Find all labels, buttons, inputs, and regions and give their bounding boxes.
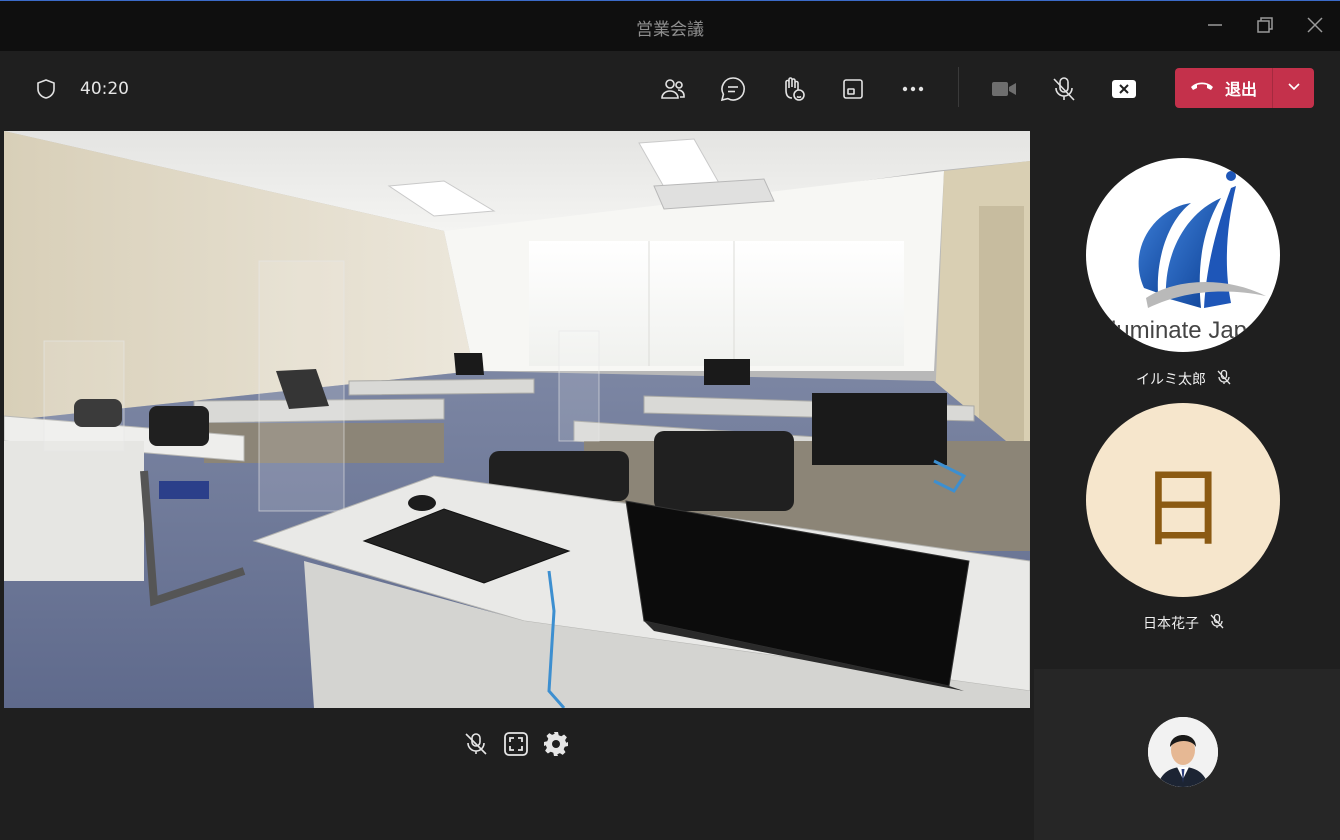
self-avatar [1148, 717, 1218, 787]
window-title: 営業会議 [636, 20, 704, 40]
camera-off-icon[interactable] [990, 75, 1018, 103]
participant-mic-off-icon [1209, 613, 1225, 633]
leave-button[interactable]: 退出 [1175, 68, 1314, 108]
meeting-window: 営業会議 40:20 退出 lluminate Japa イルミ太郎 日 日本花… [0, 0, 1340, 840]
fullscreen-icon[interactable] [503, 731, 529, 757]
self-view-tile[interactable] [1034, 669, 1340, 840]
participant-mic-off-icon [1216, 369, 1232, 389]
participant-avatar-logo[interactable]: lluminate Japa [1086, 158, 1280, 352]
leave-dropdown-button[interactable] [1273, 78, 1314, 98]
participant-name-row: イルミ太郎 [1034, 369, 1334, 389]
toolbar-divider [958, 67, 959, 107]
chat-icon[interactable] [719, 75, 747, 103]
settings-gear-icon[interactable] [543, 731, 569, 757]
logo-text: lluminate Japa [1106, 317, 1261, 344]
raise-hand-icon[interactable] [779, 75, 807, 103]
minimize-icon[interactable] [1203, 13, 1227, 37]
classroom-video [4, 131, 1030, 708]
meeting-toolbar: 40:20 退出 [0, 51, 1340, 127]
people-icon[interactable] [659, 75, 687, 103]
hangup-icon [1189, 73, 1215, 103]
video-mic-off-icon[interactable] [463, 731, 489, 757]
shield-icon [34, 77, 58, 101]
participant-name: 日本花子 [1143, 616, 1199, 632]
more-icon[interactable] [899, 75, 927, 103]
shared-video-stage [4, 131, 1030, 708]
chevron-down-icon [1286, 78, 1302, 98]
share-tray-icon[interactable] [839, 75, 867, 103]
avatar-initial: 日 [1140, 458, 1226, 559]
leave-main[interactable]: 退出 [1175, 68, 1273, 108]
meeting-timer: 40:20 [80, 79, 129, 99]
participant-avatar-initial[interactable]: 日 [1086, 403, 1280, 597]
share-stop-icon[interactable] [1110, 75, 1138, 103]
company-logo: lluminate Japa [1106, 171, 1266, 344]
leave-label: 退出 [1225, 80, 1258, 99]
close-icon[interactable] [1303, 13, 1327, 37]
participant-name: イルミ太郎 [1136, 372, 1206, 388]
mic-off-icon[interactable] [1050, 75, 1078, 103]
participant-name-row: 日本花子 [1034, 613, 1334, 633]
title-bar: 営業会議 [0, 1, 1340, 51]
restore-icon[interactable] [1253, 13, 1277, 37]
